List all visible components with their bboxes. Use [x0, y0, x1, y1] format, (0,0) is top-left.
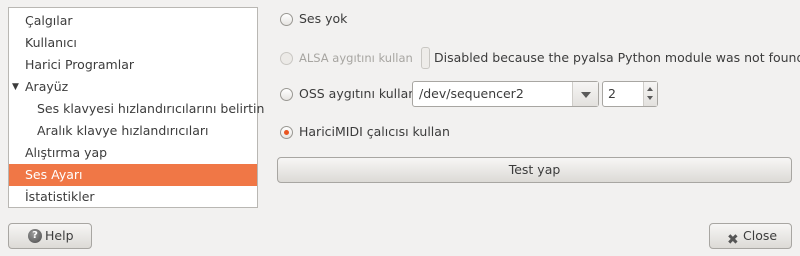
- chevron-down-icon[interactable]: [572, 82, 598, 106]
- tree-item-harici-programlar[interactable]: Harici Programlar: [9, 54, 257, 76]
- preferences-window: Çalgılar Kullanıcı Harici Programlar ▼ A…: [0, 0, 800, 256]
- expander-down-icon[interactable]: ▼: [12, 76, 19, 98]
- tree-item-label: Alıştırma yap: [25, 145, 108, 160]
- external-midi-label[interactable]: HariciMIDI çalıcısı kullan: [299, 124, 450, 140]
- oss-radio[interactable]: [280, 88, 293, 101]
- test-button[interactable]: Test yap: [277, 157, 792, 183]
- spin-down-icon[interactable]: [647, 96, 653, 100]
- tree-item-label: Harici Programlar: [25, 57, 135, 72]
- alsa-disabled-message: Disabled because the pyalsa Python modul…: [434, 50, 800, 65]
- tree-item-istatistikler[interactable]: İstatistikler: [9, 186, 257, 208]
- alsa-radio: [280, 52, 293, 65]
- preferences-tree[interactable]: Çalgılar Kullanıcı Harici Programlar ▼ A…: [8, 7, 264, 208]
- alsa-label: ALSA aygıtını kullan: [299, 51, 413, 65]
- tree-item-label: Ses Ayarı: [25, 167, 83, 182]
- tree-item-label: Kullanıcı: [25, 35, 77, 50]
- alsa-device-combo-disabled: [421, 47, 430, 69]
- no-sound-label[interactable]: Ses yok: [299, 11, 347, 27]
- no-sound-radio[interactable]: [280, 13, 293, 26]
- tree-item-kullanici[interactable]: Kullanıcı: [9, 32, 257, 54]
- tree-item-ses-ayari[interactable]: Ses Ayarı: [9, 164, 257, 186]
- tree-item-calgilar[interactable]: Çalgılar: [9, 10, 257, 32]
- tree-item-label: Ses klavyesi hızlandırıcılarını belirtin: [37, 101, 265, 116]
- tree-item-alistirma-yap[interactable]: Alıştırma yap: [9, 142, 257, 164]
- close-button[interactable]: ✖ Close: [709, 223, 792, 249]
- help-button-label: Help: [45, 228, 74, 243]
- tree-item-arayuz[interactable]: ▼ Arayüz: [9, 76, 257, 98]
- tree-item-label: Çalgılar: [25, 13, 73, 28]
- help-icon: ?: [28, 229, 42, 243]
- tree-item-label: Arayüz: [25, 79, 69, 94]
- tree-item-ses-klavyesi[interactable]: Ses klavyesi hızlandırıcılarını belirtin: [9, 98, 264, 120]
- tree-item-label: Aralık klavye hızlandırıcıları: [37, 123, 209, 138]
- oss-device-combo[interactable]: /dev/sequencer2: [412, 81, 599, 107]
- external-midi-radio[interactable]: [280, 126, 293, 139]
- spinner-buttons[interactable]: [643, 82, 657, 106]
- close-icon: ✖: [727, 232, 739, 248]
- tree-item-aralik-klavye[interactable]: Aralık klavye hızlandırıcıları: [9, 120, 257, 142]
- oss-device-input[interactable]: /dev/sequencer2: [419, 86, 524, 101]
- oss-port-spinner[interactable]: 2: [602, 81, 658, 107]
- oss-port-value[interactable]: 2: [608, 86, 616, 101]
- spin-up-icon[interactable]: [647, 87, 653, 91]
- oss-label[interactable]: OSS aygıtını kullan: [299, 86, 416, 102]
- close-button-label: Close: [743, 228, 778, 243]
- help-button[interactable]: ? Help: [8, 223, 92, 249]
- tree-item-label: İstatistikler: [25, 189, 95, 204]
